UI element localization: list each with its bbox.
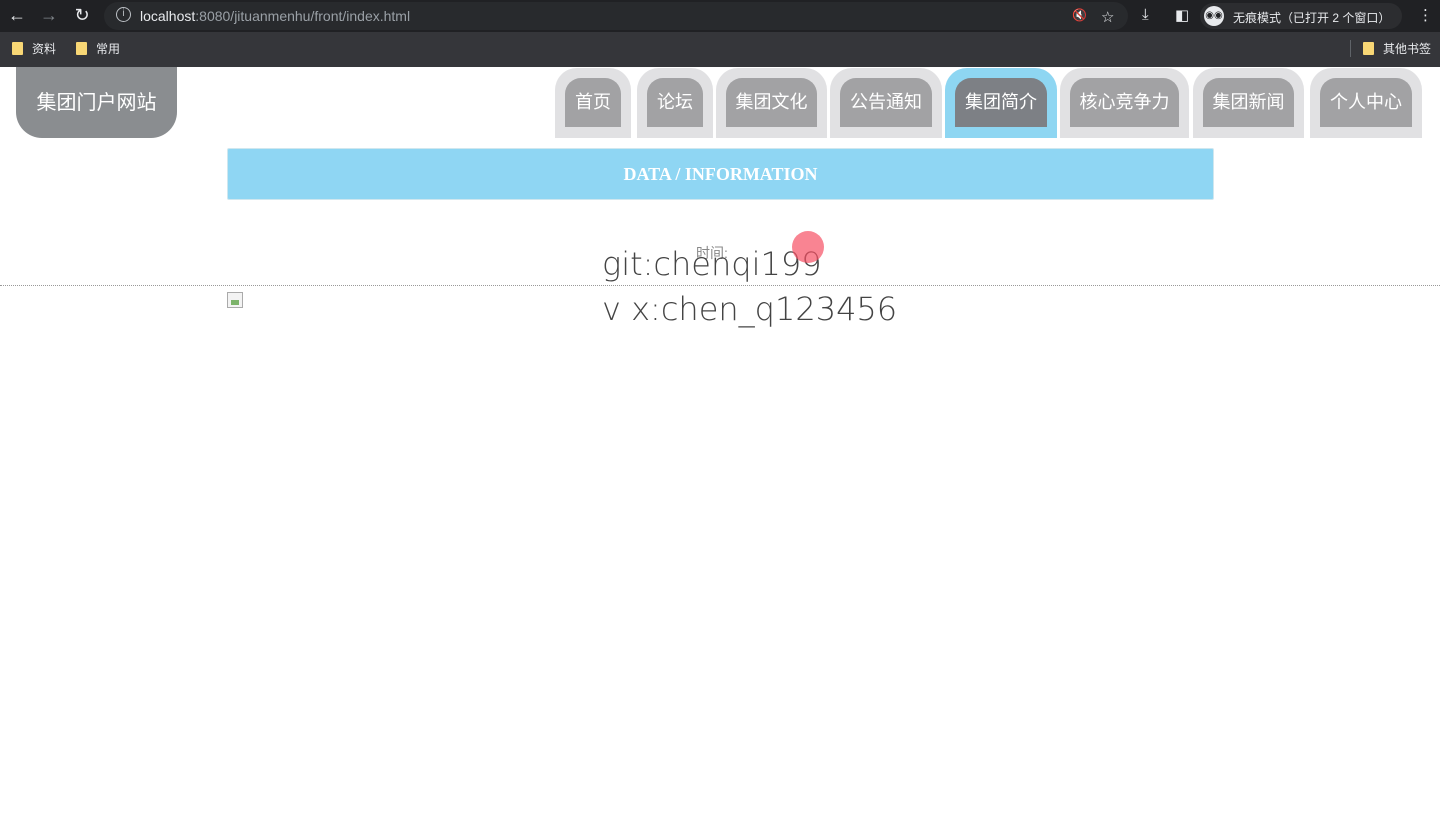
- menu-icon[interactable]: ⋮: [1418, 6, 1433, 24]
- url-text: localhost:8080/jituanmenhu/front/index.h…: [140, 8, 410, 24]
- nav-tab-label: 首页: [565, 78, 621, 127]
- bookmark-label: 常用: [96, 42, 121, 56]
- nav-tab-forum[interactable]: 论坛: [637, 68, 713, 138]
- cursor-highlight: [792, 231, 824, 263]
- browser-chrome: ← → ↻ i localhost:8080/jituanmenhu/front…: [0, 0, 1440, 67]
- folder-icon: [1363, 42, 1374, 55]
- nav-tab-about[interactable]: 集团简介: [945, 68, 1057, 138]
- url-path: :8080/jituanmenhu/front/index.html: [195, 8, 411, 24]
- incognito-icon: ◉◉: [1204, 6, 1224, 26]
- nav-tab-profile[interactable]: 个人中心: [1310, 68, 1422, 138]
- info-icon[interactable]: i: [116, 7, 131, 22]
- address-bar[interactable]: i localhost:8080/jituanmenhu/front/index…: [104, 2, 1128, 30]
- reload-icon[interactable]: ↻: [71, 5, 93, 26]
- nav-tab-label: 核心竞争力: [1070, 78, 1179, 127]
- nav-tab-label: 论坛: [647, 78, 703, 127]
- side-panel-icon[interactable]: ◧: [1175, 6, 1189, 24]
- nav-tab-notices[interactable]: 公告通知: [830, 68, 942, 138]
- divider: [0, 285, 1440, 286]
- nav-tab-competence[interactable]: 核心竞争力: [1060, 68, 1189, 138]
- folder-icon: [76, 42, 87, 55]
- star-icon[interactable]: ☆: [1101, 8, 1114, 26]
- section-banner: DATA / INFORMATION: [227, 148, 1214, 200]
- bookmark-label: 其他书签: [1383, 42, 1432, 56]
- contact-git: git:chenqi199: [602, 245, 822, 283]
- contact-wechat: v x:chen_q123456: [602, 290, 898, 328]
- back-icon[interactable]: ←: [6, 5, 28, 26]
- nav-tab-home[interactable]: 首页: [555, 68, 631, 138]
- nav-tab-label: 集团简介: [955, 78, 1047, 127]
- nav-tab-label: 集团新闻: [1203, 78, 1294, 127]
- nav-tab-label: 公告通知: [840, 78, 932, 127]
- nav-tab-news[interactable]: 集团新闻: [1193, 68, 1304, 138]
- nav-tab-label: 集团文化: [726, 78, 817, 127]
- forward-icon[interactable]: →: [38, 5, 60, 26]
- bookmark-folder[interactable]: 资料: [12, 40, 56, 57]
- nav-tab-label: 个人中心: [1320, 78, 1412, 127]
- muted-sound-icon[interactable]: 🔇: [1072, 8, 1087, 22]
- site-logo[interactable]: 集团门户网站: [16, 67, 177, 138]
- folder-icon: [12, 42, 23, 55]
- browser-toolbar: ← → ↻ i localhost:8080/jituanmenhu/front…: [0, 0, 1440, 32]
- download-icon[interactable]: ⤓: [1142, 6, 1149, 23]
- incognito-label: 无痕模式（已打开 2 个窗口）: [1233, 11, 1391, 25]
- broken-image-icon: [227, 292, 243, 308]
- nav-tab-culture[interactable]: 集团文化: [716, 68, 827, 138]
- bookmark-label: 资料: [32, 42, 57, 56]
- other-bookmarks[interactable]: 其他书签: [1350, 40, 1431, 57]
- bookmark-folder[interactable]: 常用: [76, 40, 120, 57]
- incognito-badge[interactable]: ◉◉ 无痕模式（已打开 2 个窗口）: [1200, 3, 1402, 29]
- url-host: localhost: [140, 8, 196, 24]
